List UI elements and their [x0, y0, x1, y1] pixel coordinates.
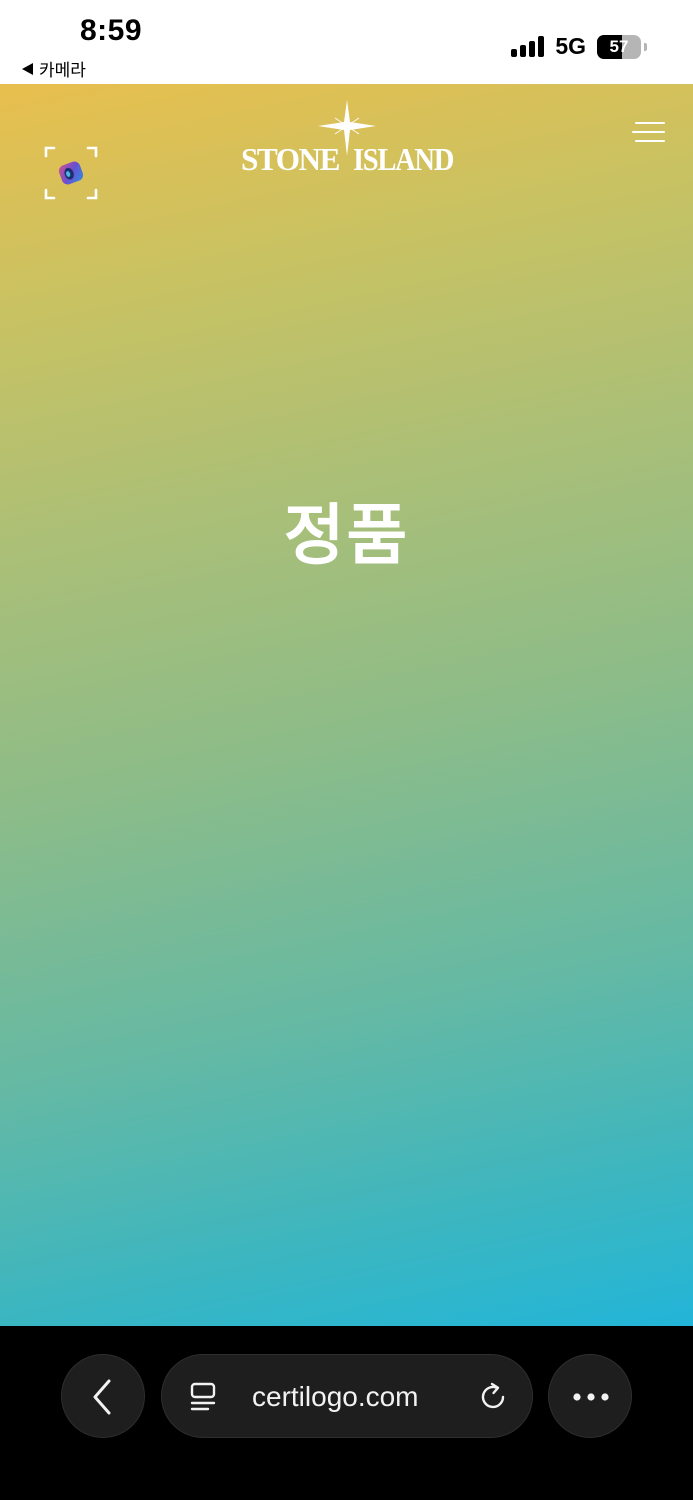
chevron-left-icon — [93, 1379, 111, 1415]
reload-icon[interactable] — [478, 1381, 510, 1413]
address-bar[interactable]: certilogo.com — [161, 1354, 533, 1438]
status-indicators: 5G 57 — [511, 33, 647, 60]
back-app-label: 카메라 — [39, 61, 86, 80]
back-triangle-icon — [22, 62, 33, 75]
compass-rose-icon: STONE ISLAND — [241, 100, 455, 177]
signal-icon — [511, 36, 545, 57]
stone-island-logo: STONE ISLAND — [240, 98, 455, 178]
brand-left: STONE — [241, 141, 339, 177]
url-text: certilogo.com — [252, 1381, 419, 1412]
scan-button[interactable] — [44, 146, 98, 200]
authenticity-result: 정품 — [283, 497, 410, 574]
more-dots-icon — [573, 1393, 609, 1401]
status-time: 8:59 — [80, 14, 143, 47]
status-bar: 8:59 카메라 5G 57 — [0, 0, 693, 84]
more-button[interactable] — [548, 1354, 632, 1438]
network-type: 5G — [555, 33, 586, 59]
browser-toolbar: certilogo.com — [0, 1326, 693, 1500]
back-button[interactable] — [61, 1354, 145, 1438]
back-to-app-link[interactable]: 카메라 — [22, 56, 86, 81]
scan-frame-icon — [44, 146, 98, 200]
battery-icon: 57 — [597, 34, 641, 59]
tabs-icon[interactable] — [188, 1381, 220, 1413]
brand-right: ISLAND — [353, 141, 453, 177]
hamburger-menu-icon[interactable] — [629, 120, 665, 146]
web-content: STONE ISLAND 정품 — [0, 84, 693, 1326]
battery-percent: 57 — [609, 36, 629, 56]
battery-nub — [644, 42, 647, 51]
